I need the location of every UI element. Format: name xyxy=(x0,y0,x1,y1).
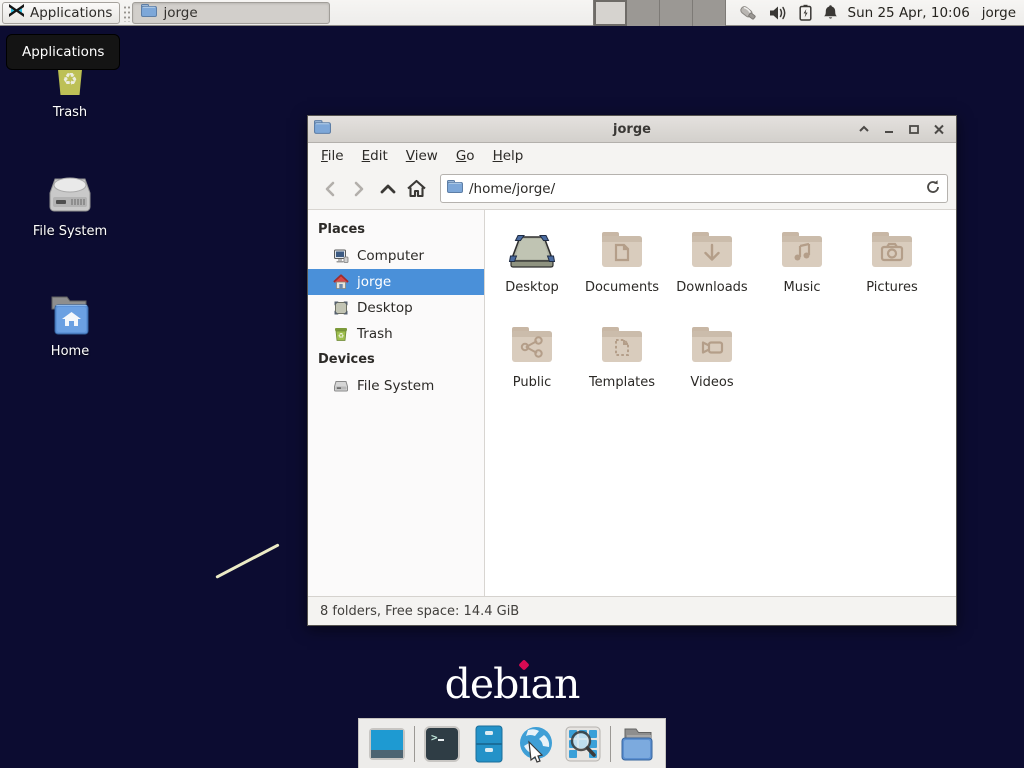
home-button[interactable] xyxy=(403,175,430,202)
wordmark-i: ı xyxy=(518,660,530,708)
desktop-icon-file-system[interactable]: File System xyxy=(22,169,118,239)
wordmark-post: an xyxy=(531,660,580,708)
sidebar-item-computer[interactable]: Computer xyxy=(308,243,484,269)
file-item-documents[interactable]: Documents xyxy=(578,224,666,319)
menu-file[interactable]: File xyxy=(312,145,353,167)
templates-folder-icon xyxy=(578,319,666,371)
computer-icon xyxy=(333,248,349,264)
desktop-icon-label: File System xyxy=(22,224,118,239)
videos-folder-icon xyxy=(668,319,756,371)
status-text: 8 folders, Free space: 14.4 GiB xyxy=(320,604,519,619)
svg-text:♻: ♻ xyxy=(62,70,77,90)
desktop-icon xyxy=(333,300,349,316)
show-desktop-button[interactable] xyxy=(367,724,407,764)
wordmark-pre: deb xyxy=(445,660,519,708)
directory-menu-launcher[interactable] xyxy=(617,724,657,764)
reload-button[interactable] xyxy=(925,179,941,199)
session-user-menu[interactable]: jorge xyxy=(982,5,1016,21)
trash-icon: ♻ xyxy=(333,326,349,342)
desktop-icon-label: Trash xyxy=(22,105,118,120)
menu-bar: File Edit View Go Help xyxy=(308,143,956,168)
home-folder-icon xyxy=(22,289,118,339)
application-finder-launcher[interactable] xyxy=(563,724,603,764)
toolbar: /home/jorge/ xyxy=(308,168,956,210)
path-text[interactable]: /home/jorge/ xyxy=(469,181,919,197)
desktop-icon-label: Home xyxy=(22,344,118,359)
menu-go[interactable]: Go xyxy=(447,145,484,167)
svg-text:>: > xyxy=(431,731,438,744)
sidebar-item-jorge[interactable]: jorge xyxy=(308,269,484,295)
workspace-switcher xyxy=(593,0,726,26)
maximize-button[interactable] xyxy=(906,121,922,137)
menu-help[interactable]: Help xyxy=(484,145,533,167)
window-titlebar[interactable]: jorge xyxy=(308,116,956,143)
minimize-button[interactable] xyxy=(881,121,897,137)
file-list-area[interactable]: Desktop Documents xyxy=(485,210,956,596)
sidebar-item-desktop[interactable]: Desktop xyxy=(308,295,484,321)
documents-folder-icon xyxy=(578,224,666,276)
file-item-public[interactable]: Public xyxy=(488,319,576,414)
location-bar[interactable]: /home/jorge/ xyxy=(440,174,948,203)
file-item-pictures[interactable]: Pictures xyxy=(848,224,936,319)
drive-icon xyxy=(333,378,349,394)
dock-separator xyxy=(610,726,611,762)
top-panel: Applications jorge xyxy=(0,0,1024,26)
up-button[interactable] xyxy=(374,175,401,202)
sidebar-item-trash[interactable]: ♻ Trash xyxy=(308,321,484,347)
applications-menu-button[interactable]: Applications xyxy=(2,2,120,24)
path-folder-icon xyxy=(447,180,463,197)
cursor-artifact-line xyxy=(215,543,279,579)
xfce-applications-icon xyxy=(8,3,25,22)
public-folder-icon xyxy=(488,319,576,371)
taskbar-window-button[interactable]: jorge xyxy=(132,2,330,24)
clock[interactable]: Sun 25 Apr, 10:06 xyxy=(848,5,970,21)
terminal-launcher[interactable]: > xyxy=(422,724,462,764)
workspace-1[interactable] xyxy=(594,0,627,26)
sidebar: Places Computer jorge xyxy=(308,210,485,596)
hard-drive-icon xyxy=(22,169,118,219)
desktop-icon-home[interactable]: Home xyxy=(22,289,118,359)
taskbar-window-label: jorge xyxy=(163,5,197,21)
music-folder-icon xyxy=(758,224,846,276)
removable-device-icon[interactable] xyxy=(738,4,758,22)
panel-handle[interactable] xyxy=(122,4,130,22)
file-item-downloads[interactable]: Downloads xyxy=(668,224,756,319)
web-browser-launcher[interactable] xyxy=(516,724,556,764)
sidebar-item-file-system[interactable]: File System xyxy=(308,373,484,399)
applications-tooltip: Applications xyxy=(6,34,120,70)
shade-button[interactable] xyxy=(856,121,872,137)
folder-grid: Desktop Documents xyxy=(487,224,956,414)
svg-text:♻: ♻ xyxy=(338,332,344,340)
forward-button[interactable] xyxy=(345,175,372,202)
sidebar-places-header: Places xyxy=(308,217,484,243)
desktop-surface-icon xyxy=(488,224,576,276)
sidebar-devices-header: Devices xyxy=(308,347,484,373)
close-button[interactable] xyxy=(931,121,947,137)
back-button[interactable] xyxy=(316,175,343,202)
workspace-2[interactable] xyxy=(627,0,660,26)
file-item-desktop[interactable]: Desktop xyxy=(488,224,576,319)
file-item-templates[interactable]: Templates xyxy=(578,319,666,414)
downloads-folder-icon xyxy=(668,224,756,276)
system-tray xyxy=(738,4,838,22)
file-item-music[interactable]: Music xyxy=(758,224,846,319)
applications-menu-label: Applications xyxy=(30,5,112,21)
debian-wordmark: debıan xyxy=(0,660,1024,708)
file-manager-launcher[interactable] xyxy=(469,724,509,764)
pictures-folder-icon xyxy=(848,224,936,276)
bottom-dock-panel: > xyxy=(358,718,666,768)
status-bar: 8 folders, Free space: 14.4 GiB xyxy=(308,596,956,625)
workspace-3[interactable] xyxy=(660,0,693,26)
dock-separator xyxy=(414,726,415,762)
menu-edit[interactable]: Edit xyxy=(353,145,397,167)
file-item-videos[interactable]: Videos xyxy=(668,319,756,414)
folder-icon xyxy=(141,4,157,21)
battery-charging-icon[interactable] xyxy=(799,4,812,21)
home-icon xyxy=(333,274,349,290)
volume-icon[interactable] xyxy=(769,5,788,21)
file-manager-window: jorge File Edit View Go Help xyxy=(307,115,957,626)
notifications-bell-icon[interactable] xyxy=(823,4,838,21)
workspace-4[interactable] xyxy=(693,0,726,26)
menu-view[interactable]: View xyxy=(397,145,447,167)
